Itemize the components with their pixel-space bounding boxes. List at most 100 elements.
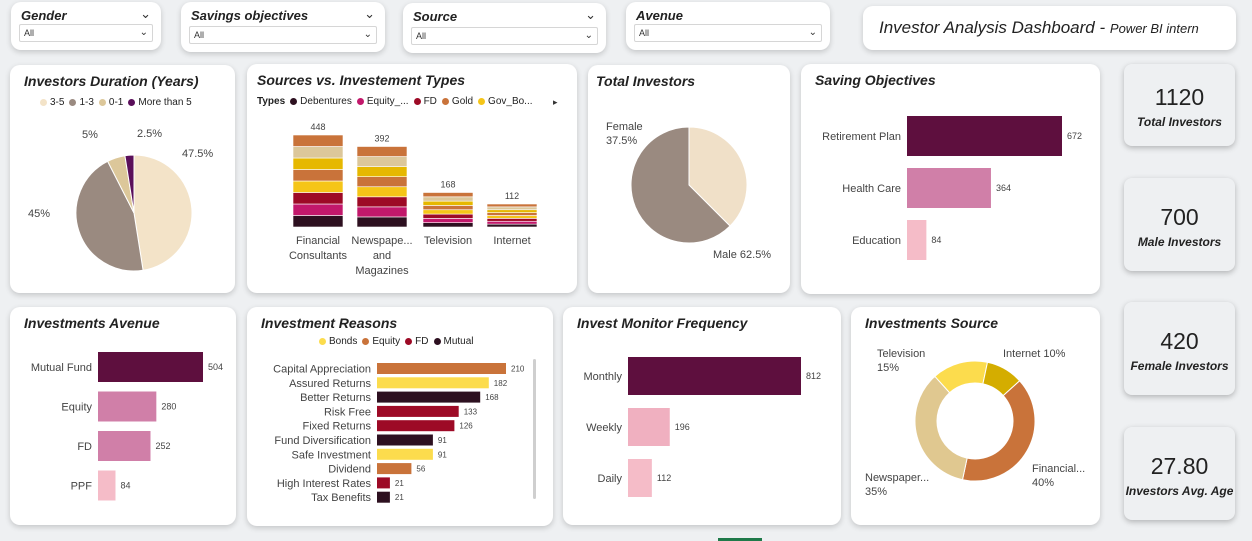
slicer-gender[interactable]: Gender ⌄ All ⌄ — [11, 2, 161, 50]
category-label: Retirement Plan — [822, 131, 901, 143]
category-label: Fixed Returns — [303, 421, 372, 433]
bar-segment — [486, 206, 538, 211]
slicer-value: All — [416, 31, 427, 41]
chevron-down-icon: ⌄ — [808, 27, 817, 38]
slicer-label: Savings objectives — [191, 8, 309, 23]
data-label: 812 — [806, 371, 821, 381]
data-label: 84 — [121, 481, 131, 491]
category-label: Monthly — [583, 371, 622, 383]
kpi-label: Investors Avg. Age — [1125, 484, 1234, 498]
bar-segment — [486, 212, 538, 216]
bar — [98, 352, 203, 382]
bar-segment — [356, 186, 408, 198]
slicer-dropdown[interactable]: All ⌄ — [411, 27, 598, 45]
card-sources-vs-types: Sources vs. Investement Types Types Deben… — [247, 64, 577, 293]
category-label: Safe Investment — [292, 449, 372, 461]
stacked-bar-chart: ▸ 448 Financial Consultants 392 Newspape... an… — [289, 97, 558, 277]
kpi-value: 700 — [1160, 204, 1199, 230]
category-label: Capital Appreciation — [273, 364, 371, 376]
bar-segment — [292, 169, 344, 182]
data-label: Newspaper... — [865, 472, 929, 484]
slicer-value: All — [639, 28, 650, 38]
page-subtitle: Power BI intern — [1109, 21, 1199, 36]
card-investments-source: Investments Source Television 15% Internet… — [851, 307, 1100, 525]
bar — [907, 220, 927, 260]
bar-segment — [422, 213, 474, 219]
data-label: 45% — [28, 208, 50, 220]
category-label: PPF — [71, 481, 93, 493]
data-label: 168 — [485, 393, 499, 402]
chevron-down-icon: ⌄ — [363, 29, 372, 40]
pie-chart: Female 37.5% Male 62.5% — [606, 121, 771, 261]
kpi-total-investors: 1120 Total Investors — [1124, 64, 1235, 146]
bar-segment — [422, 222, 474, 228]
scrollbar[interactable] — [533, 359, 536, 499]
pie-slice — [133, 154, 193, 271]
bar-segment — [292, 134, 344, 147]
category-label: Weekly — [586, 422, 622, 434]
slicer-label: Source — [413, 9, 458, 24]
bar — [907, 168, 991, 208]
chevron-down-icon[interactable]: ⌄ — [140, 6, 151, 22]
bar — [628, 459, 652, 497]
pie-slice — [914, 375, 968, 481]
kpi-value: 27.80 — [1150, 453, 1209, 479]
data-label: 504 — [208, 362, 223, 372]
data-label: 133 — [464, 407, 478, 416]
data-label: 2.5% — [137, 128, 162, 140]
bar-segment — [486, 218, 538, 222]
title-separator: - — [1099, 18, 1106, 37]
bar — [98, 470, 116, 501]
bar-chart: Capital Appreciation 210 Assured Returns 18… — [273, 363, 525, 504]
bar — [377, 420, 455, 432]
data-label: 35% — [865, 486, 887, 498]
data-label: Male 62.5% — [713, 249, 771, 261]
bar-segment — [486, 220, 538, 225]
category-label: Mutual Fund — [31, 362, 92, 374]
bar — [377, 405, 459, 417]
category-label: Tax Benefits — [311, 492, 371, 504]
slicer-savings-objectives[interactable]: Savings objectives ⌄ All ⌄ — [181, 2, 385, 52]
header-title-row: Investor Analysis Dashboard - Power BI i… — [879, 18, 1199, 38]
bar — [98, 391, 157, 422]
data-label: Female — [606, 121, 643, 133]
category-label: Education — [852, 235, 901, 247]
chevron-down-icon[interactable]: ⌄ — [364, 6, 375, 22]
kpi-label: Total Investors — [1137, 115, 1222, 129]
data-label: Television — [877, 348, 925, 360]
bar-segment — [292, 192, 344, 205]
slicer-dropdown[interactable]: All ⌄ — [189, 26, 377, 44]
category-label: Dividend — [328, 464, 371, 476]
data-label: 168 — [440, 180, 455, 190]
data-label: 280 — [161, 402, 176, 412]
card-invest-monitor: Invest Monitor Frequency Monthly 812 Weekl… — [563, 307, 841, 525]
data-label: 392 — [374, 134, 389, 144]
category-label: Equity — [61, 402, 92, 414]
bar-chart: Retirement Plan 672 Health Care 364 Educatio… — [822, 116, 1082, 260]
category-label: and — [373, 250, 391, 262]
bar — [377, 491, 390, 503]
chevron-down-icon[interactable]: ⌄ — [585, 7, 596, 23]
dashboard-header: Investor Analysis Dashboard - Power BI i… — [863, 6, 1236, 50]
slicer-label: Gender — [21, 8, 67, 23]
bar-segment — [356, 196, 408, 208]
bar-segment — [356, 156, 408, 167]
slicer-source[interactable]: Source ⌄ All ⌄ — [403, 3, 606, 53]
category-label: Fund Diversification — [274, 435, 371, 447]
bar-segment — [422, 205, 474, 211]
data-label: 91 — [438, 450, 447, 459]
card-investors-duration: Investors Duration (Years) 3-5 1-3 0-1 More… — [10, 65, 235, 293]
data-label: 37.5% — [606, 135, 637, 147]
category-label: Financial — [296, 235, 340, 247]
slicer-avenue[interactable]: Avenue All ⌄ — [626, 2, 830, 50]
category-label: Magazines — [355, 265, 409, 277]
data-label: 91 — [438, 436, 447, 445]
bar-segment — [292, 203, 344, 216]
slicer-dropdown[interactable]: All ⌄ — [634, 24, 822, 42]
bar-segment — [422, 200, 474, 206]
slicer-dropdown[interactable]: All ⌄ — [19, 24, 153, 42]
slicer-value: All — [24, 28, 35, 38]
data-label: 5% — [82, 129, 98, 141]
bar-segment — [356, 166, 408, 177]
data-label: 47.5% — [182, 148, 213, 160]
